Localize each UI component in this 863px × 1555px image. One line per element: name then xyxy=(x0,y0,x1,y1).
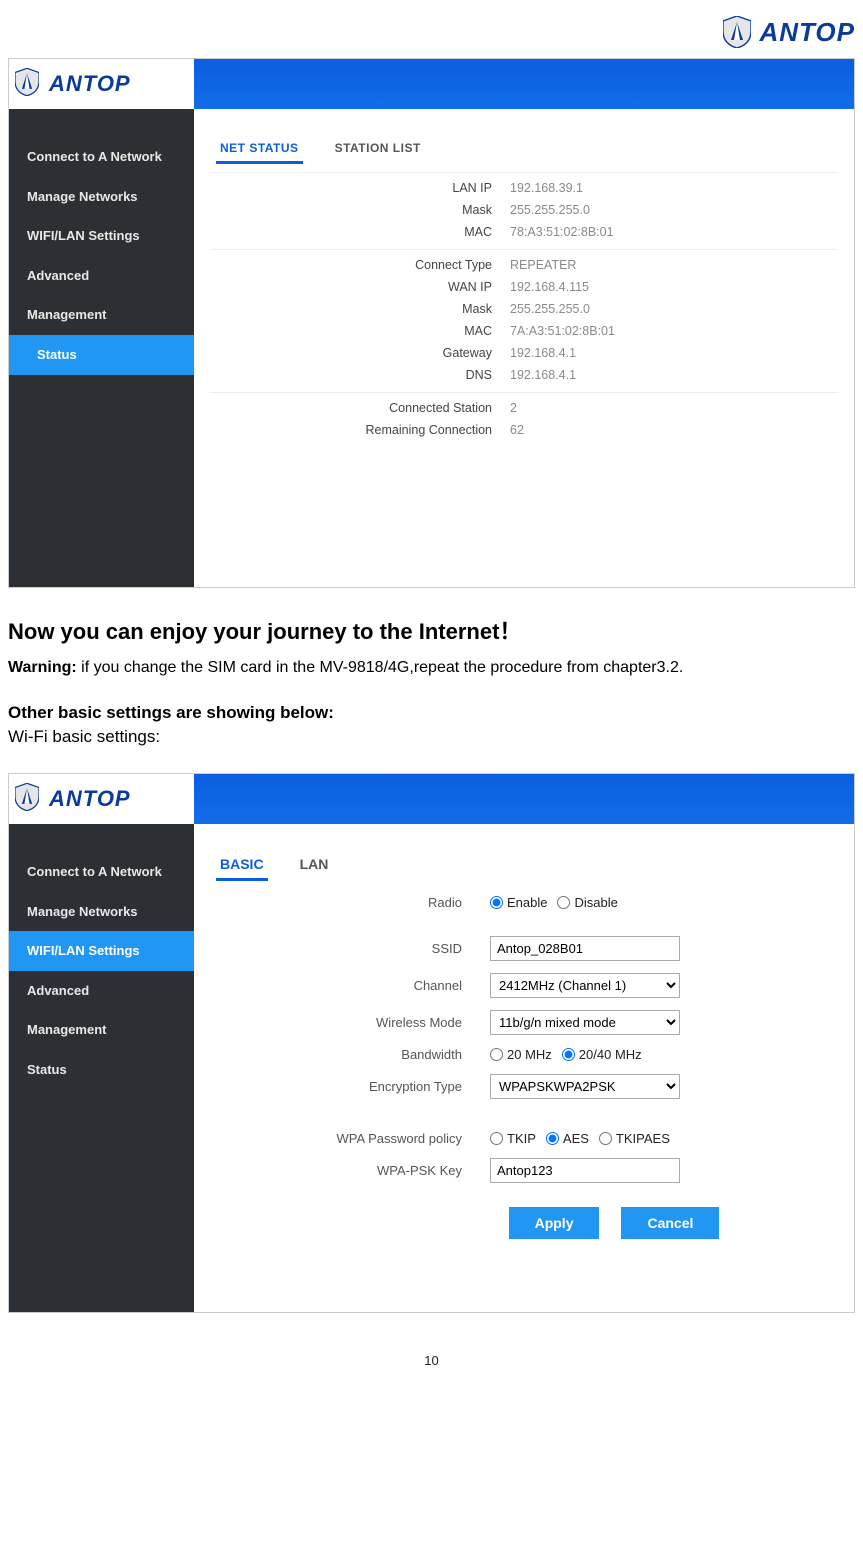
sidebar-item-advanced[interactable]: Advanced xyxy=(9,971,194,1011)
brand-name: ANTOP xyxy=(759,17,855,48)
tabs: NET STATUS STATION LIST xyxy=(210,135,838,164)
warning-text: if you change the SIM card in the MV-981… xyxy=(77,659,684,676)
sidebar-item-status[interactable]: Status xyxy=(9,1050,194,1090)
mode-select[interactable]: 11b/g/n mixed mode xyxy=(490,1010,680,1035)
row-connect-type: Connect Type REPEATER xyxy=(210,254,838,276)
row-dns: DNS 192.168.4.1 xyxy=(210,364,838,386)
form-actions: Apply Cancel xyxy=(390,1189,838,1243)
page-number: 10 xyxy=(8,1353,855,1368)
row-encryption: Encryption Type WPAPSKWPA2PSK xyxy=(210,1068,838,1105)
apply-button[interactable]: Apply xyxy=(509,1207,600,1239)
status-panel: ANTOP Connect to A Network Manage Networ… xyxy=(8,58,855,588)
radio-tkip[interactable]: TKIP xyxy=(490,1131,536,1146)
brand-name: ANTOP xyxy=(49,71,131,97)
row-wan-mac: MAC 7A:A3:51:02:8B:01 xyxy=(210,320,838,342)
tab-net-status[interactable]: NET STATUS xyxy=(216,135,303,164)
row-wireless-mode: Wireless Mode 11b/g/n mixed mode xyxy=(210,1004,838,1041)
row-wan-ip: WAN IP 192.168.4.115 xyxy=(210,276,838,298)
row-lan-ip: LAN IP 192.168.39.1 xyxy=(210,177,838,199)
wpa-key-input[interactable] xyxy=(490,1158,680,1183)
panel-logo: ANTOP xyxy=(9,774,194,824)
sidebar: Connect to A Network Manage Networks WIF… xyxy=(9,824,194,1312)
panel-top-bar xyxy=(194,774,854,824)
channel-select[interactable]: 2412MHz (Channel 1) xyxy=(490,973,680,998)
row-gateway: Gateway 192.168.4.1 xyxy=(210,342,838,364)
other-settings-heading: Other basic settings are showing below: xyxy=(8,703,855,723)
row-lan-mac: MAC 78:A3:51:02:8B:01 xyxy=(210,221,838,243)
sidebar-item-connect[interactable]: Connect to A Network xyxy=(9,852,194,892)
row-wpa-key: WPA-PSK Key xyxy=(210,1152,838,1189)
status-group-wan: Connect Type REPEATER WAN IP 192.168.4.1… xyxy=(210,249,838,386)
panel-logo: ANTOP xyxy=(9,59,194,109)
tab-station-list[interactable]: STATION LIST xyxy=(331,135,425,164)
row-lan-mask: Mask 255.255.255.0 xyxy=(210,199,838,221)
headline: Now you can enjoy your journey to the In… xyxy=(8,618,855,647)
sidebar-item-status[interactable]: Status xyxy=(9,335,194,375)
main-content: NET STATUS STATION LIST LAN IP 192.168.3… xyxy=(194,109,854,587)
ssid-input[interactable] xyxy=(490,936,680,961)
sidebar-item-wifilan[interactable]: WIFI/LAN Settings xyxy=(9,216,194,256)
tab-lan[interactable]: LAN xyxy=(296,850,333,881)
encryption-select[interactable]: WPAPSKWPA2PSK xyxy=(490,1074,680,1099)
sidebar-item-manage[interactable]: Manage Networks xyxy=(9,892,194,932)
doc-brand-header: ANTOP xyxy=(8,16,855,48)
sidebar: Connect to A Network Manage Networks WIF… xyxy=(9,109,194,587)
wifi-subheading: Wi-Fi basic settings: xyxy=(8,727,855,747)
antop-shield-icon xyxy=(723,16,751,48)
tabs: BASIC LAN xyxy=(210,850,838,881)
sidebar-item-management[interactable]: Management xyxy=(9,295,194,335)
wifi-settings-panel: ANTOP Connect to A Network Manage Networ… xyxy=(8,773,855,1313)
panel-top-bar xyxy=(194,59,854,109)
row-remaining-connection: Remaining Connection 62 xyxy=(210,419,838,441)
row-radio: Radio Enable Disable xyxy=(210,889,838,916)
row-wpa-policy: WPA Password policy TKIP AES TKIPAES xyxy=(210,1125,838,1152)
warning-label: Warning: xyxy=(8,659,77,676)
cancel-button[interactable]: Cancel xyxy=(621,1207,719,1239)
status-group-lan: LAN IP 192.168.39.1 Mask 255.255.255.0 M… xyxy=(210,172,838,243)
row-wan-mask: Mask 255.255.255.0 xyxy=(210,298,838,320)
brand-name: ANTOP xyxy=(49,786,131,812)
sidebar-item-management[interactable]: Management xyxy=(9,1010,194,1050)
sidebar-item-manage[interactable]: Manage Networks xyxy=(9,177,194,217)
radio-aes[interactable]: AES xyxy=(546,1131,589,1146)
sidebar-item-connect[interactable]: Connect to A Network xyxy=(9,137,194,177)
row-ssid: SSID xyxy=(210,930,838,967)
antop-shield-icon xyxy=(15,783,43,815)
main-content: BASIC LAN Radio Enable Disable xyxy=(194,824,854,1312)
radio-enable[interactable]: Enable xyxy=(490,895,547,910)
status-group-conn: Connected Station 2 Remaining Connection… xyxy=(210,392,838,441)
row-connected-station: Connected Station 2 xyxy=(210,397,838,419)
prose-section: Now you can enjoy your journey to the In… xyxy=(8,618,855,747)
antop-shield-icon xyxy=(15,68,43,100)
radio-disable[interactable]: Disable xyxy=(557,895,617,910)
radio-tkipaes[interactable]: TKIPAES xyxy=(599,1131,670,1146)
radio-bw-2040[interactable]: 20/40 MHz xyxy=(562,1047,642,1062)
sidebar-item-advanced[interactable]: Advanced xyxy=(9,256,194,296)
tab-basic[interactable]: BASIC xyxy=(216,850,268,881)
sidebar-item-wifilan[interactable]: WIFI/LAN Settings xyxy=(9,931,194,971)
radio-bw-20[interactable]: 20 MHz xyxy=(490,1047,552,1062)
warning-paragraph: Warning: if you change the SIM card in t… xyxy=(8,657,855,679)
row-channel: Channel 2412MHz (Channel 1) xyxy=(210,967,838,1004)
row-bandwidth: Bandwidth 20 MHz 20/40 MHz xyxy=(210,1041,838,1068)
